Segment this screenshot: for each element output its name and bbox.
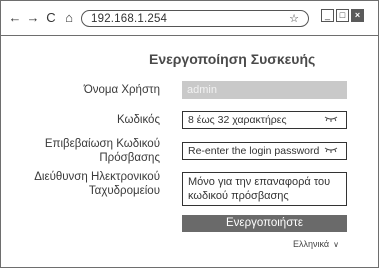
url-text: 192.168.1.254: [91, 13, 168, 25]
password-input[interactable]: 8 έως 32 χαρακτήρες: [182, 111, 347, 129]
close-button[interactable]: ×: [351, 9, 364, 22]
email-label-line2: Ταχυδρομείου: [88, 185, 160, 197]
password-placeholder: 8 έως 32 χαρακτήρες: [188, 114, 287, 126]
reload-icon[interactable]: C: [44, 11, 58, 25]
confirm-password-label-line2: Πρόσβασης: [99, 152, 160, 164]
confirm-password-label: Επιβεβαίωση Κωδικού Πρόσβασης: [45, 137, 160, 165]
username-label: Όνομα Χρήστη: [83, 84, 160, 96]
browser-toolbar: ← → C ⌂ 192.168.1.254 ☆ _ □ ×: [1, 1, 378, 36]
confirm-password-input[interactable]: Re-enter the login password: [182, 142, 347, 160]
email-label: Διεύθυνση Ηλεκτρονικού Ταχυδρομείου: [34, 170, 160, 198]
confirm-password-placeholder: Re-enter the login password: [188, 145, 320, 157]
language-selector[interactable]: Ελληνικά ∨: [293, 238, 339, 251]
page-title: Ενεργοποίηση Συσκευής: [149, 51, 316, 67]
home-icon[interactable]: ⌂: [62, 11, 76, 25]
email-input[interactable]: Μόνο για την επαναφορά του κωδικού πρόσβ…: [182, 172, 347, 206]
username-field: admin: [182, 81, 347, 99]
address-bar[interactable]: 192.168.1.254 ☆: [81, 10, 309, 27]
browser-window: ← → C ⌂ 192.168.1.254 ☆ _ □ × Ενεργοποίη…: [0, 0, 379, 268]
password-label: Κωδικός: [116, 114, 160, 126]
bookmark-star-icon[interactable]: ☆: [289, 12, 299, 26]
maximize-button[interactable]: □: [336, 9, 349, 22]
minimize-button[interactable]: _: [321, 9, 334, 22]
back-arrow-icon[interactable]: ←: [8, 11, 22, 25]
forward-arrow-icon[interactable]: →: [26, 11, 40, 25]
chevron-down-icon: ∨: [333, 240, 339, 249]
email-label-line1: Διεύθυνση Ηλεκτρονικού: [34, 171, 160, 183]
activate-button[interactable]: Ενεργοποιήστε: [182, 215, 347, 232]
language-selected: Ελληνικά: [293, 239, 330, 249]
eye-closed-icon[interactable]: [324, 143, 338, 159]
eye-closed-icon[interactable]: [324, 112, 338, 128]
confirm-password-label-line1: Επιβεβαίωση Κωδικού: [44, 138, 160, 150]
